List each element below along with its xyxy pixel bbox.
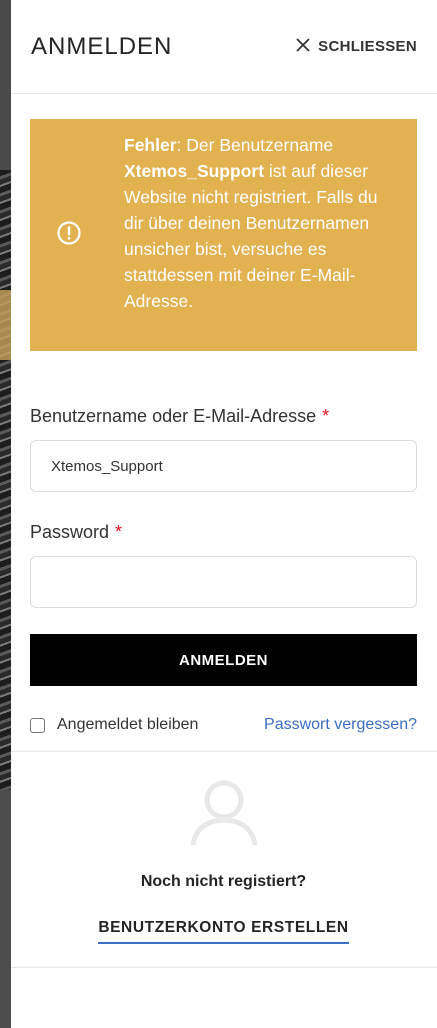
register-question: Noch nicht registiert? (140, 873, 307, 890)
error-notice: Fehler: Der Benutzername Xtemos_Support … (30, 119, 417, 351)
page-backdrop[interactable] (0, 0, 11, 1028)
username-required-marker: * (322, 406, 330, 426)
backdrop-header (0, 0, 11, 170)
username-label-text: Benutzername oder E-Mail-Adresse (30, 406, 317, 426)
password-input[interactable] (30, 556, 417, 608)
remember-checkbox[interactable] (30, 717, 45, 733)
remember-me[interactable]: Angemeldet bleiben (30, 716, 198, 734)
login-submit-button[interactable]: ANMELDEN (30, 634, 417, 686)
username-label: Benutzername oder E-Mail-Adresse * (30, 406, 417, 427)
backdrop-footer (0, 790, 11, 1028)
forgot-password-link[interactable]: Passwort vergessen? (264, 716, 417, 734)
close-icon (296, 37, 310, 56)
user-icon (189, 776, 259, 851)
panel-content: Fehler: Der Benutzername Xtemos_Support … (11, 94, 437, 968)
notice-text-2: ist auf dieser Website nicht registriert… (124, 161, 378, 311)
notice-text-1: : Der Benutzername (176, 135, 334, 155)
login-side-panel: ANMELDEN SCHLIESSEN Fehler: Der Benutzer… (11, 0, 437, 1028)
notice-message: Fehler: Der Benutzername Xtemos_Support … (124, 132, 397, 314)
notice-icon-wrap (56, 132, 124, 338)
panel-header: ANMELDEN SCHLIESSEN (11, 0, 437, 94)
notice-username: Xtemos_Support (124, 161, 265, 181)
username-input[interactable] (30, 440, 417, 492)
password-required-marker: * (115, 522, 123, 542)
remember-row: Angemeldet bleiben Passwort vergessen? (30, 716, 417, 734)
notice-strong-label: Fehler (124, 135, 177, 155)
password-label-text: Password (30, 522, 110, 542)
remember-label: Angemeldet bleiben (57, 716, 199, 733)
register-section: Noch nicht registiert? BENUTZERKONTO ERS… (30, 752, 417, 944)
panel-title: ANMELDEN (31, 32, 173, 60)
close-button[interactable]: SCHLIESSEN (296, 37, 417, 56)
close-label: SCHLIESSEN (318, 38, 417, 55)
exclamation-circle-icon (56, 220, 82, 251)
create-account-link[interactable]: BENUTZERKONTO ERSTELLEN (98, 919, 349, 944)
backdrop-image (0, 170, 11, 790)
password-label: Password * (30, 522, 417, 543)
divider-bottom (11, 967, 437, 968)
backdrop-accent (0, 290, 11, 360)
